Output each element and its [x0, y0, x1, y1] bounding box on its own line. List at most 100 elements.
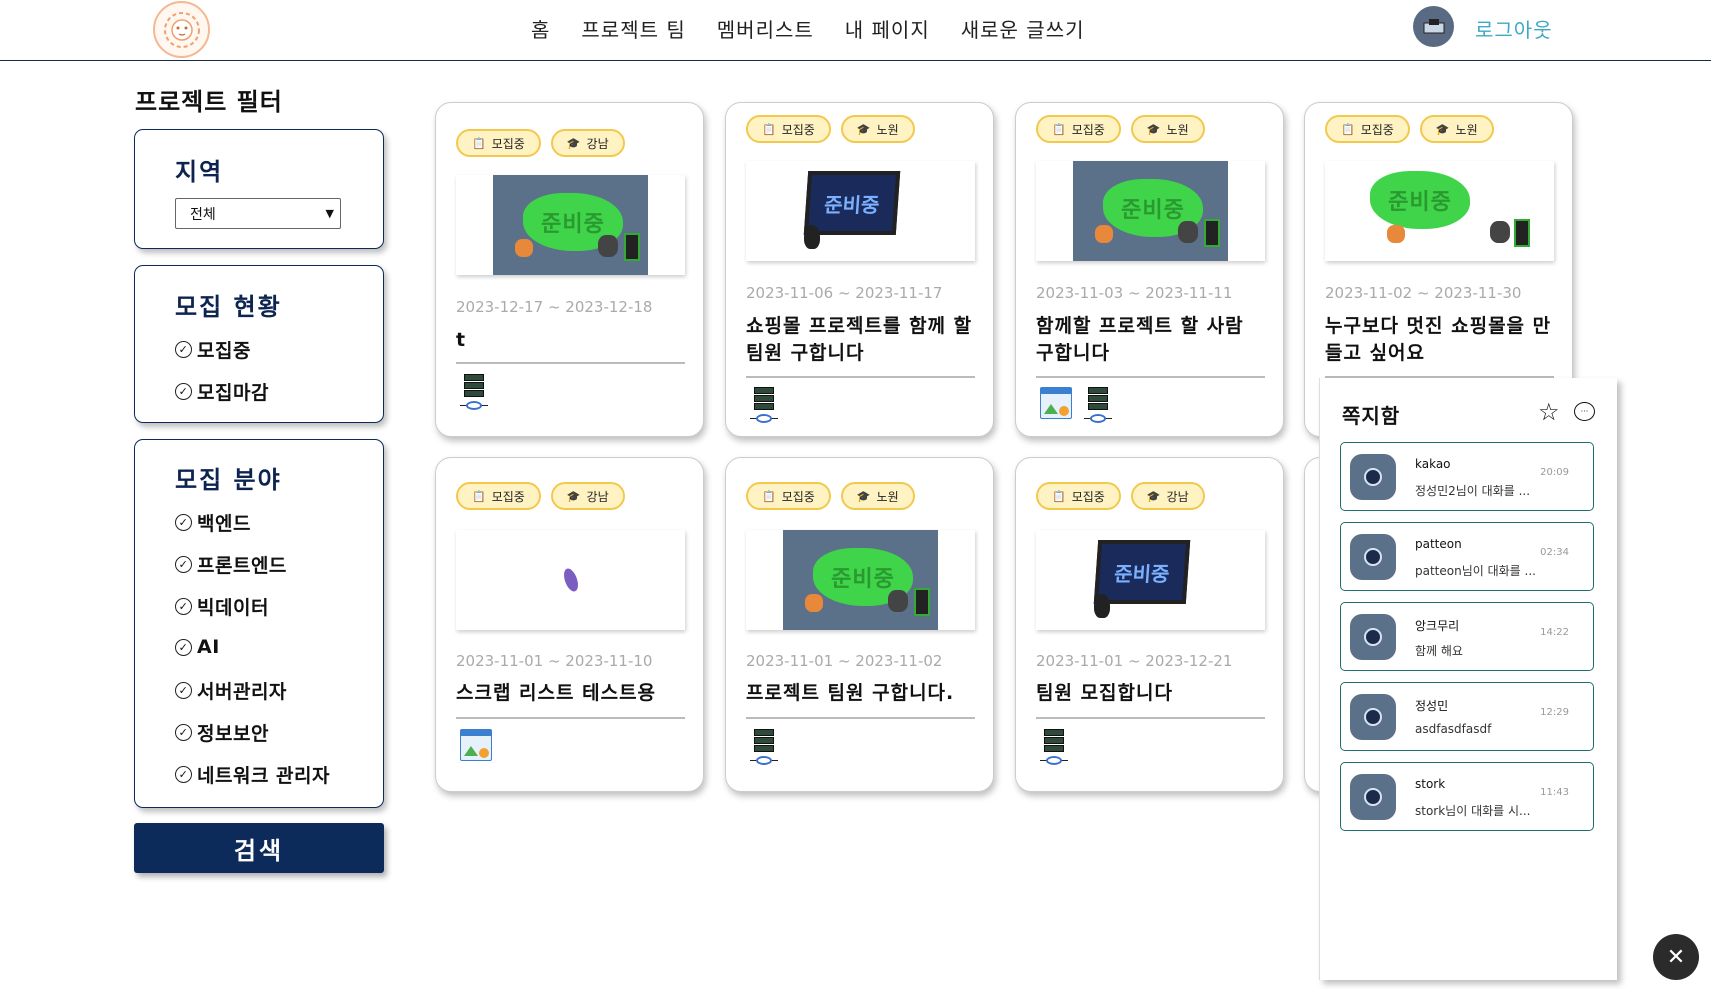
- field-option-ai[interactable]: ✓ AI: [175, 636, 220, 658]
- server-icon: [1084, 387, 1112, 423]
- status-badge: 📋 모집중: [746, 115, 831, 143]
- thumbnail-image: 준비중: [1325, 161, 1554, 261]
- project-dates: 2023-11-06 ~ 2023-11-17: [746, 284, 943, 302]
- field-option-backend[interactable]: ✓ 백엔드: [175, 509, 251, 536]
- search-button[interactable]: 검색: [134, 823, 384, 873]
- clipboard-icon: 📋: [472, 136, 486, 150]
- lion-logo-icon[interactable]: [153, 1, 210, 58]
- status-badge: 📋 모집중: [1036, 115, 1121, 143]
- project-card[interactable]: 📋 모집중 🎓 노원 준비중 2023-11-06 ~ 2023-11-17 쇼핑몰…: [725, 102, 994, 437]
- nav-my-page[interactable]: 내 페이지: [845, 14, 930, 43]
- terminal-icon: [914, 588, 930, 616]
- status-badge: 📋 모집중: [456, 129, 541, 157]
- status-badge: 📋 모집중: [1325, 115, 1410, 143]
- status-badge: 📋 모집중: [1036, 482, 1121, 510]
- field-option-label: 네트워크 관리자: [197, 765, 330, 787]
- badge-text: 모집중: [1071, 122, 1105, 137]
- project-thumbnail: 준비중: [456, 175, 685, 275]
- avatar: [1350, 774, 1396, 820]
- status-option-recruiting[interactable]: ✓ 모집중: [175, 336, 251, 363]
- avatar: [1350, 454, 1396, 500]
- project-card[interactable]: 📋 모집중 🎓 노원 준비중 2023-11-03 ~ 2023-11-11 함께할…: [1015, 102, 1284, 437]
- region-filter-box: 지역 전체 ▼: [134, 129, 384, 249]
- project-card[interactable]: 📋 모집중 🎓 강남 준비중 2023-12-17 ~ 2023-12-18 t: [435, 102, 704, 437]
- badge-text: 강남: [1166, 489, 1189, 504]
- graduation-cap-icon: 🎓: [566, 136, 581, 150]
- web-icon: [1040, 387, 1072, 419]
- cat-icon: [1178, 221, 1198, 243]
- card-divider: [1036, 376, 1265, 378]
- status-option-label: 모집마감: [197, 382, 269, 404]
- project-title: t: [456, 329, 467, 351]
- card-divider: [1036, 717, 1265, 719]
- check-circle-icon: ✓: [175, 383, 192, 400]
- project-card[interactable]: 📋 모집중 🎓 노원 준비중 2023-11-01 ~ 2023-11-02 프로젝…: [725, 457, 994, 792]
- badge-text: 노원: [1455, 122, 1478, 137]
- terminal-icon: [1204, 219, 1220, 247]
- message-preview: stork님이 대화를 시...: [1415, 804, 1531, 818]
- project-title: 쇼핑몰 프로젝트를 함께 할 팀원 구합니다: [746, 315, 973, 364]
- lion-logo-graphic: [163, 11, 200, 48]
- server-icon: [750, 729, 778, 765]
- avatar: [1350, 694, 1396, 740]
- graduation-cap-icon: 🎓: [566, 489, 581, 503]
- project-thumbnail: 준비중: [1325, 161, 1554, 261]
- check-circle-icon: ✓: [175, 598, 192, 615]
- project-card[interactable]: 📋 모집중 🎓 강남 준비중 2023-11-01 ~ 2023-12-21 팀원 …: [1015, 457, 1284, 792]
- nav-new-post[interactable]: 새로운 글쓰기: [961, 14, 1085, 43]
- nav-home[interactable]: 홈: [531, 14, 550, 43]
- message-preview: patteon님이 대화를 ...: [1415, 564, 1536, 578]
- card-divider: [746, 717, 975, 719]
- message-item[interactable]: 앙크무리 함께 해요 14:22: [1340, 602, 1594, 671]
- check-circle-icon: ✓: [175, 556, 192, 573]
- chevron-down-icon: ▼: [325, 207, 334, 220]
- message-preview: 정성민2님이 대화를 ...: [1415, 484, 1531, 498]
- field-option-frontend[interactable]: ✓ 프론트엔드: [175, 551, 287, 578]
- message-time: 14:22: [1540, 627, 1569, 638]
- message-preview: 함께 해요: [1415, 644, 1463, 658]
- main-nav: 홈 프로젝트 팀 멤버리스트 내 페이지 새로운 글쓰기: [531, 14, 1085, 43]
- status-option-closed[interactable]: ✓ 모집마감: [175, 378, 269, 405]
- field-heading: 모집 분야: [175, 466, 282, 494]
- region-badge: 🎓 노원: [1130, 115, 1205, 143]
- tech-stack: [750, 729, 778, 765]
- star-icon[interactable]: ☆: [1538, 398, 1560, 426]
- badge-text: 모집중: [1360, 122, 1394, 137]
- field-option-network-admin[interactable]: ✓ 네트워크 관리자: [175, 761, 330, 788]
- field-option-label: 정보보안: [197, 723, 269, 745]
- message-item[interactable]: 정성민 asdfasdfasdf 12:29: [1340, 682, 1594, 751]
- clipboard-icon: 📋: [472, 489, 486, 503]
- thumbnail-image: 준비중: [1073, 161, 1228, 261]
- project-title: 프로젝트 팀원 구합니다.: [746, 682, 955, 704]
- graduation-cap-icon: 🎓: [856, 489, 871, 503]
- penguin-icon: [1094, 594, 1110, 618]
- message-item[interactable]: stork stork님이 대화를 시... 11:43: [1340, 762, 1594, 831]
- close-icon[interactable]: ✕: [1653, 934, 1699, 980]
- chat-bubble-icon[interactable]: ···: [1574, 402, 1595, 421]
- clipboard-icon: 📋: [1052, 489, 1066, 503]
- graduation-cap-icon: 🎓: [1146, 122, 1161, 136]
- fox-icon: [515, 239, 533, 257]
- check-circle-icon: ✓: [175, 341, 192, 358]
- message-time: 20:09: [1540, 467, 1569, 478]
- cat-icon: [888, 590, 908, 612]
- graduation-cap-icon: 🎓: [856, 122, 871, 136]
- badge-text: 모집중: [781, 489, 815, 504]
- field-option-label: AI: [197, 636, 220, 658]
- message-item[interactable]: patteon patteon님이 대화를 ... 02:34: [1340, 522, 1594, 591]
- message-item[interactable]: kakao 정성민2님이 대화를 ... 20:09: [1340, 442, 1594, 511]
- user-avatar[interactable]: [1413, 6, 1454, 47]
- tech-stack: [460, 374, 488, 410]
- region-select[interactable]: 전체 ▼: [175, 198, 341, 229]
- nav-member-list[interactable]: 멤버리스트: [717, 14, 814, 43]
- field-option-server-admin[interactable]: ✓ 서버관리자: [175, 677, 287, 704]
- tech-stack: [460, 729, 492, 761]
- logout-link[interactable]: 로그아웃: [1475, 14, 1553, 43]
- message-sender: stork: [1415, 777, 1446, 791]
- project-dates: 2023-11-01 ~ 2023-12-21: [1036, 652, 1233, 670]
- message-sender: patteon: [1415, 537, 1462, 551]
- project-card[interactable]: 📋 모집중 🎓 강남 2023-11-01 ~ 2023-11-10 스크랩 리스트…: [435, 457, 704, 792]
- field-option-bigdata[interactable]: ✓ 빅데이터: [175, 593, 269, 620]
- field-option-security[interactable]: ✓ 정보보안: [175, 719, 269, 746]
- nav-project-team[interactable]: 프로젝트 팀: [581, 14, 685, 43]
